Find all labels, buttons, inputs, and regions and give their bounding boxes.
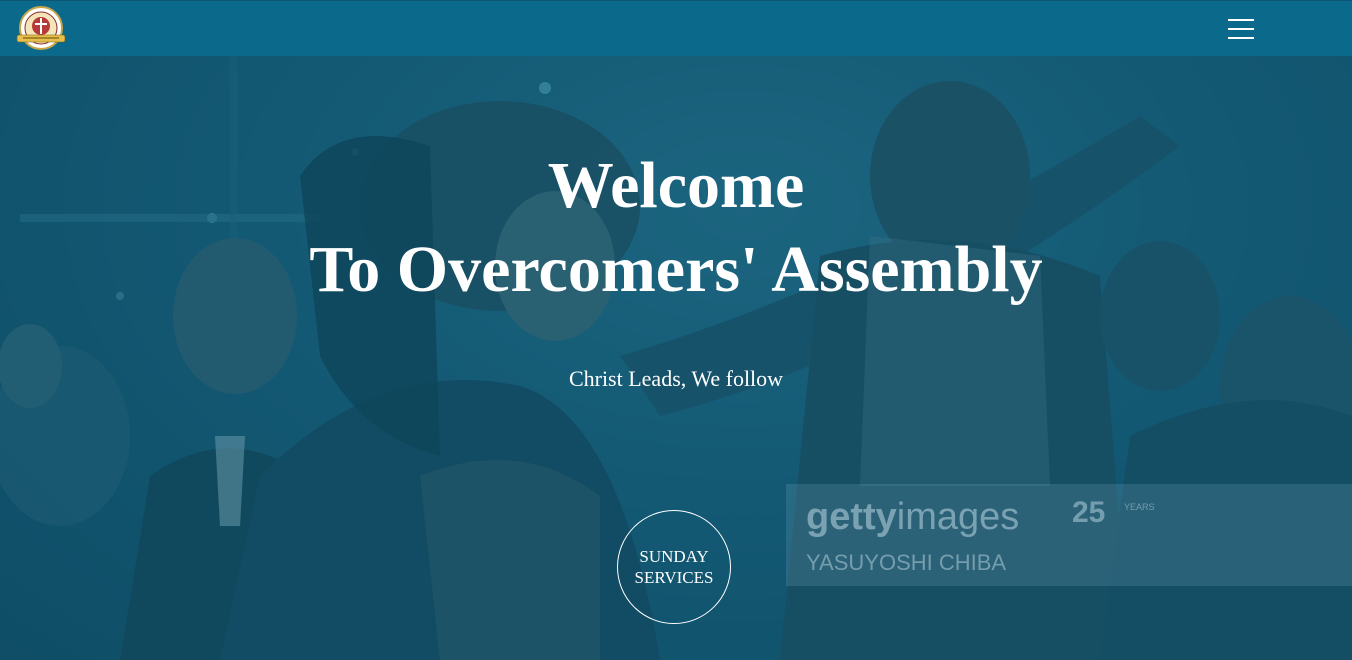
hero-banner: gettyimages 25 YEARS YASUYOSHI CHIBA Wel…	[0, 56, 1352, 660]
watermark-badge-suffix: YEARS	[1124, 502, 1155, 512]
church-seal-logo-icon	[16, 6, 66, 50]
watermark-brand: gettyimages	[806, 496, 1020, 538]
sunday-services-button[interactable]: SUNDAY SERVICES	[617, 510, 731, 624]
watermark-badge: 25	[1072, 496, 1106, 529]
sunday-services-label: SUNDAY SERVICES	[634, 547, 714, 587]
watermark-credit: YASUYOSHI CHIBA	[806, 550, 1007, 575]
church-logo[interactable]	[13, 5, 69, 51]
hero-title-line-2: To Overcomers' Assembly	[309, 233, 1043, 306]
hamburger-menu-icon	[1228, 19, 1254, 39]
top-navbar	[0, 0, 1352, 56]
stock-photo-watermark: gettyimages 25 YEARS YASUYOSHI CHIBA	[786, 484, 1352, 586]
menu-toggle-button[interactable]	[1225, 15, 1257, 43]
hero-tagline: Christ Leads, We follow	[568, 366, 784, 391]
hero-title-line-1: Welcome	[547, 149, 805, 222]
